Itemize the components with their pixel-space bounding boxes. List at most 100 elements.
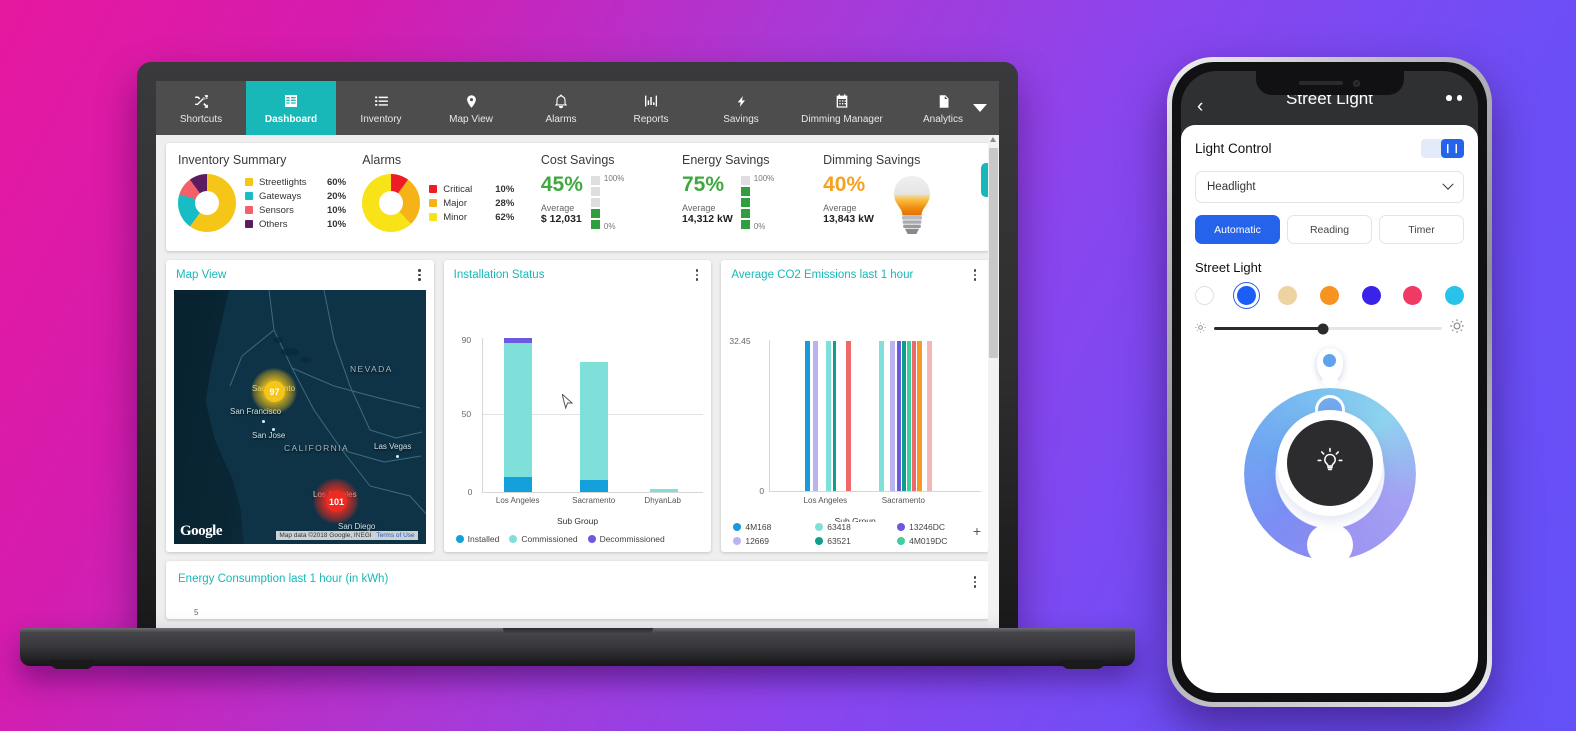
- map-canvas[interactable]: NEVADA CALIFORNIA BAJA Sacramento San Fr…: [166, 290, 434, 552]
- nav-label: Inventory: [360, 113, 402, 125]
- gauge-segment: [740, 220, 750, 229]
- legend-item[interactable]: 4M019DC: [897, 536, 979, 546]
- color-swatch-pink[interactable]: [1403, 286, 1423, 305]
- scroll-up-arrow-icon[interactable]: [990, 137, 996, 142]
- legend-swatch: [245, 192, 253, 200]
- map-city-label: San Jose: [252, 431, 286, 440]
- bar-63521: [902, 341, 907, 491]
- map-city-dot: [272, 428, 275, 431]
- legend-row: Others 10%: [245, 219, 346, 230]
- dial-handle-pin[interactable]: [1316, 348, 1343, 382]
- brightness-slider[interactable]: [1214, 323, 1442, 334]
- map-terms-link[interactable]: Terms of Use: [376, 532, 414, 539]
- bar-chart-icon: [643, 92, 659, 111]
- two-dots-icon[interactable]: [1446, 95, 1462, 101]
- bar-4m019dc: [907, 341, 912, 491]
- legend-item[interactable]: Decommissioned: [587, 534, 665, 544]
- color-swatch-cyan[interactable]: [1444, 286, 1464, 305]
- mode-reading-button[interactable]: Reading: [1287, 215, 1372, 244]
- widget-title: Map View: [176, 269, 227, 281]
- light-bulb-icon: [1312, 443, 1348, 484]
- legend-label: 13246DC: [909, 522, 946, 532]
- nav-label: Shortcuts: [179, 113, 223, 125]
- kebab-menu-icon[interactable]: [415, 266, 424, 284]
- legend-swatch: [429, 213, 438, 221]
- laptop-device: Shortcuts Dashboard Inventory Map View A…: [20, 62, 1135, 669]
- light-select-dropdown[interactable]: Headlight: [1195, 171, 1464, 203]
- toggle-knob: ❙❙: [1441, 139, 1464, 158]
- legend-name: Others: [259, 218, 288, 230]
- installation-bar-chart: Number of Device(s) 90 50 0: [444, 290, 712, 534]
- nav-item-map-view[interactable]: Map View: [426, 81, 516, 135]
- energy-savings-gauge: 100% 0%: [740, 174, 774, 231]
- legend-label: Decommissioned: [599, 534, 665, 544]
- map-city-label: Las Vegas: [374, 442, 412, 451]
- mode-automatic-button[interactable]: Automatic: [1195, 215, 1280, 244]
- google-logo: Google: [180, 523, 223, 539]
- energy-consumption-widget: Energy Consumption last 1 hour (in kWh) …: [166, 561, 989, 619]
- nav-label: Savings: [723, 113, 759, 125]
- light-bulb-icon: [888, 174, 936, 236]
- nav-item-shortcuts[interactable]: Shortcuts: [156, 81, 246, 135]
- chevron-down-icon[interactable]: [973, 104, 987, 112]
- color-swatch-indigo[interactable]: [1361, 286, 1381, 305]
- legend-item[interactable]: 13246DC: [897, 522, 979, 532]
- x-axis-line: [769, 491, 982, 492]
- map-cluster-marker[interactable]: 101: [326, 491, 347, 512]
- color-swatch-blue-selected[interactable]: [1232, 282, 1260, 309]
- map-city-label: San Diego: [338, 522, 376, 531]
- cost-savings-gauge: 100% 0%: [590, 174, 624, 231]
- bar-segment-commissioned: [579, 362, 608, 480]
- bar-extra-red: [846, 341, 852, 491]
- y-axis-line: [481, 338, 483, 493]
- nav-item-dashboard[interactable]: Dashboard: [246, 81, 336, 135]
- slider-knob[interactable]: [1317, 323, 1329, 334]
- widget-header: Average CO2 Emissions last 1 hour: [721, 260, 989, 290]
- gauge-max-label: 100%: [603, 174, 625, 183]
- select-value: Headlight: [1207, 181, 1256, 193]
- light-control-toggle[interactable]: ❙❙: [1421, 139, 1464, 158]
- nav-label: Analytics: [922, 113, 963, 125]
- map-cluster-marker[interactable]: 97: [264, 381, 285, 402]
- nav-item-savings[interactable]: Savings: [696, 81, 786, 135]
- nav-item-inventory[interactable]: Inventory: [336, 81, 426, 135]
- legend-item[interactable]: 4M168: [733, 522, 815, 532]
- legend-dot: [815, 537, 824, 545]
- legend-item[interactable]: 63521: [815, 536, 897, 546]
- add-series-button[interactable]: +: [973, 524, 981, 538]
- nav-item-dimming-manager[interactable]: Dimming Manager: [786, 81, 898, 135]
- google-map[interactable]: NEVADA CALIFORNIA BAJA Sacramento San Fr…: [174, 290, 426, 544]
- legend-item[interactable]: 12669: [733, 536, 815, 546]
- map-pin-icon: [464, 92, 479, 111]
- scrollbar-thumb[interactable]: [989, 148, 998, 358]
- kebab-menu-icon[interactable]: [971, 266, 980, 284]
- legend-item[interactable]: 63418: [815, 522, 897, 532]
- bar-13246dc: [897, 341, 902, 491]
- bar-segment-installed: [503, 477, 532, 492]
- legend-item[interactable]: Commissioned: [509, 534, 578, 544]
- color-swatch-orange[interactable]: [1319, 286, 1339, 305]
- legend-swatch: [245, 206, 253, 214]
- nav-label: Alarms: [545, 113, 577, 125]
- light-power-button[interactable]: [1286, 420, 1373, 506]
- legend-row: Streetlights 60%: [245, 177, 346, 188]
- brightness-dial[interactable]: [1195, 348, 1464, 578]
- nav-item-reports[interactable]: Reports: [606, 81, 696, 135]
- kebab-menu-icon[interactable]: [971, 573, 980, 591]
- mode-timer-button[interactable]: Timer: [1379, 215, 1464, 244]
- gauge-segment: [740, 187, 750, 196]
- main-navigation-bar: Shortcuts Dashboard Inventory Map View A…: [156, 81, 999, 135]
- legend-item[interactable]: Installed: [455, 534, 499, 544]
- nav-label: Reports: [633, 113, 669, 125]
- color-swatch-white[interactable]: [1195, 286, 1214, 305]
- gauge-segment: [590, 198, 600, 207]
- nav-item-alarms[interactable]: Alarms: [516, 81, 606, 135]
- laptop-foot: [50, 660, 94, 669]
- small-sun-icon: [1195, 320, 1206, 338]
- color-swatch-cream[interactable]: [1278, 286, 1298, 305]
- widget-header: Installation Status: [444, 260, 712, 290]
- vertical-scrollbar[interactable]: [988, 135, 999, 632]
- co2-legend: 4M168 63418 13246DC 12669 63521 4M019DC …: [721, 522, 989, 552]
- legend-row: Minor 62%: [429, 212, 514, 223]
- kebab-menu-icon[interactable]: [693, 266, 702, 284]
